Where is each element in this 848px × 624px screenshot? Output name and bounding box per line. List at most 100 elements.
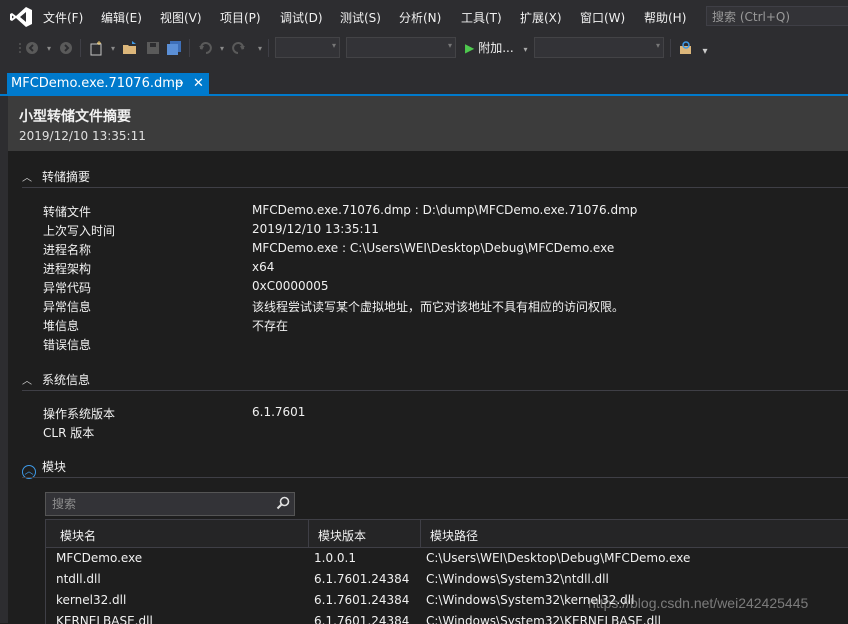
module-version-cell: 6.1.7601.24384: [314, 593, 410, 607]
section-title: 转储摘要: [42, 170, 91, 184]
menu-tools[interactable]: 工具(T): [461, 9, 502, 26]
left-gutter: [0, 96, 8, 623]
toolbar-separator: [670, 39, 671, 57]
tab-title: MFCDemo.exe.71076.dmp: [11, 76, 184, 91]
error-info-label: 错误信息: [43, 338, 92, 352]
summary-timestamp: 2019/12/10 13:35:11: [19, 129, 146, 143]
save-all-icon[interactable]: [166, 40, 182, 56]
summary-header: 小型转储文件摘要 2019/12/10 13:35:11: [8, 96, 848, 151]
navigate-back-icon[interactable]: [24, 40, 40, 56]
document-tab-strip: MFCDemo.exe.71076.dmp ⊸ ✕: [0, 63, 848, 95]
chevron-down-icon[interactable]: ▾: [41, 40, 57, 56]
dump-file-label: 转储文件: [43, 205, 92, 219]
dump-summary-content: ︿ 转储摘要 转储文件 MFCDemo.exe.71076.dmp : D:\du…: [8, 151, 848, 624]
undo-icon[interactable]: [197, 40, 213, 56]
dump-file-value: MFCDemo.exe.71076.dmp : D:\dump\MFCDemo.…: [252, 203, 638, 217]
menu-test[interactable]: 测试(S): [340, 9, 381, 26]
menu-analyze[interactable]: 分析(N): [399, 9, 441, 26]
redo-icon[interactable]: [231, 40, 247, 56]
module-search-placeholder: 搜索: [52, 497, 77, 511]
watermark: https://blog.csdn.net/wei242425445: [588, 595, 809, 611]
section-divider: [22, 187, 848, 188]
tab-dump-file[interactable]: MFCDemo.exe.71076.dmp ⊸ ✕: [7, 73, 209, 94]
toolbar-overflow-icon[interactable]: ▾: [697, 43, 713, 59]
search-icon[interactable]: [276, 496, 290, 510]
section-title: 模块: [42, 460, 67, 474]
solution-configuration-select[interactable]: ▾: [275, 37, 340, 58]
attach-button[interactable]: ▶ 附加... ▾: [465, 39, 528, 57]
process-name-label: 进程名称: [43, 243, 92, 257]
chevron-down-icon: ▾: [447, 41, 452, 50]
page-title: 小型转储文件摘要: [19, 109, 131, 125]
process-architecture-label: 进程架构: [43, 262, 92, 276]
module-path-cell: C:\Windows\System32\ntdll.dll: [426, 572, 609, 586]
chevron-up-icon: ︿: [22, 376, 32, 387]
chevron-down-icon: ▾: [655, 41, 660, 50]
heap-info-value: 不存在: [252, 319, 289, 333]
solution-platform-select[interactable]: ▾: [346, 37, 456, 58]
column-divider[interactable]: [308, 520, 309, 547]
menu-project[interactable]: 项目(P): [220, 9, 261, 26]
module-path-cell: C:\Users\WEI\Desktop\Debug\MFCDemo.exe: [426, 551, 691, 565]
exception-code-label: 异常代码: [43, 281, 92, 295]
os-version-label: 操作系统版本: [43, 407, 116, 421]
section-divider: [22, 477, 848, 478]
menu-edit[interactable]: 编辑(E): [101, 9, 142, 26]
menu-extensions[interactable]: 扩展(X): [520, 9, 562, 26]
toolbar-separator: [80, 39, 81, 57]
menu-debug[interactable]: 调试(D): [280, 9, 323, 26]
section-header-modules[interactable]: ︿ 模块: [22, 458, 66, 479]
chevron-down-icon[interactable]: ▾: [214, 40, 230, 56]
find-in-files-icon[interactable]: [678, 40, 694, 56]
exception-info-value: 该线程尝试读写某个虚拟地址，而它对该地址不具有相应的访问权限。: [252, 300, 625, 314]
startup-item-select[interactable]: ▾: [534, 37, 664, 58]
close-icon[interactable]: ✕: [193, 73, 204, 94]
exception-info-label: 异常信息: [43, 300, 92, 314]
section-header-dump-summary[interactable]: ︿ 转储摘要: [22, 168, 90, 185]
module-version-cell: 6.1.7601.24384: [314, 572, 410, 586]
last-write-time-value: 2019/12/10 13:35:11: [252, 222, 379, 236]
table-row[interactable]: ntdll.dll 6.1.7601.24384 C:\Windows\Syst…: [46, 569, 848, 590]
menu-bar: 文件(F) 编辑(E) 视图(V) 项目(P) 调试(D) 测试(S) 分析(N…: [0, 0, 848, 33]
pin-icon[interactable]: ⊸: [175, 73, 183, 94]
menu-view[interactable]: 视图(V): [160, 9, 202, 26]
column-divider[interactable]: [420, 520, 421, 547]
attach-label: 附加...: [478, 41, 514, 55]
process-name-value: MFCDemo.exe : C:\Users\WEI\Desktop\Debug…: [252, 241, 615, 255]
menu-file[interactable]: 文件(F): [43, 9, 83, 26]
menu-help[interactable]: 帮助(H): [644, 9, 686, 26]
process-architecture-value: x64: [252, 260, 275, 274]
exception-code-value: 0xC0000005: [252, 279, 329, 293]
chevron-down-icon[interactable]: ▾: [252, 40, 268, 56]
last-write-time-label: 上次写入时间: [43, 224, 116, 238]
table-row[interactable]: MFCDemo.exe 1.0.0.1 C:\Users\WEI\Desktop…: [46, 548, 848, 569]
visual-studio-logo-icon: [10, 7, 32, 27]
section-divider: [22, 390, 848, 391]
modules-table-header: 模块名 模块版本 模块路径: [46, 520, 848, 548]
open-file-icon[interactable]: [122, 40, 138, 56]
module-name-cell: MFCDemo.exe: [56, 551, 143, 565]
navigate-forward-icon[interactable]: [58, 40, 74, 56]
play-icon: ▶: [465, 41, 475, 55]
chevron-down-icon: ▾: [523, 45, 528, 54]
heap-info-label: 堆信息: [43, 319, 80, 333]
column-header-module-version[interactable]: 模块版本: [318, 527, 366, 544]
module-name-cell: ntdll.dll: [56, 572, 101, 586]
save-icon[interactable]: [145, 40, 161, 56]
column-header-module-name[interactable]: 模块名: [60, 527, 96, 544]
module-name-cell: kernel32.dll: [56, 593, 127, 607]
column-header-module-path[interactable]: 模块路径: [430, 527, 478, 544]
section-header-system-info[interactable]: ︿ 系统信息: [22, 371, 90, 388]
table-row[interactable]: KERNELBASE.dll 6.1.7601.24384 C:\Windows…: [46, 611, 848, 624]
toolbar-separator: [268, 39, 269, 57]
menu-window[interactable]: 窗口(W): [580, 9, 625, 26]
chevron-down-icon[interactable]: ▾: [105, 40, 121, 56]
module-version-cell: 1.0.0.1: [314, 551, 356, 565]
module-search-input[interactable]: 搜索: [45, 492, 295, 516]
chevron-up-icon: ︿: [22, 173, 32, 184]
clr-version-label: CLR 版本: [43, 426, 95, 440]
chevron-down-icon: ▾: [331, 41, 336, 50]
new-project-icon[interactable]: [88, 40, 104, 56]
toolbar-separator: [189, 39, 190, 57]
quick-launch-search[interactable]: 搜索 (Ctrl+Q): [706, 6, 848, 26]
